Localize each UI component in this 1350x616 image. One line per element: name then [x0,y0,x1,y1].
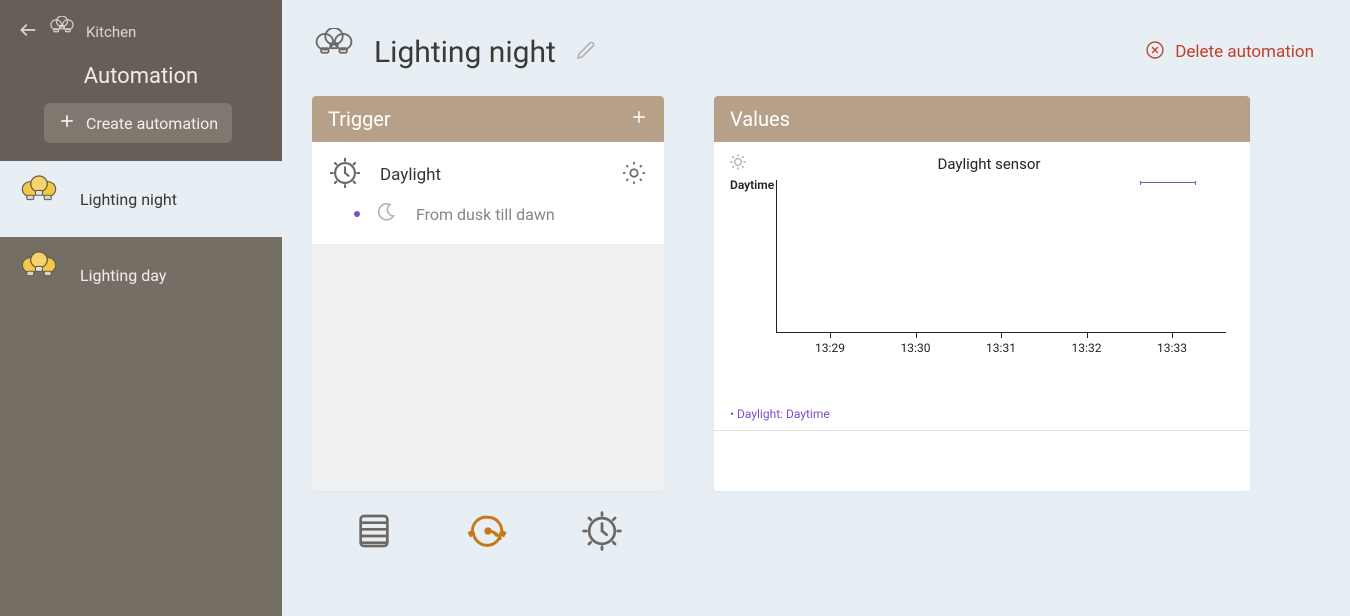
lightbulbs-icon [48,16,76,48]
edit-title-button[interactable] [574,38,598,66]
chart-y-label: Daytime [730,178,774,192]
sidebar-item-label: Lighting day [80,266,166,285]
trigger-name: Daylight [380,165,602,185]
tick-label: 13:31 [986,341,1016,355]
sidebar-item-lighting-day[interactable]: Lighting day [0,237,282,313]
tick-label: 13:33 [1157,341,1187,355]
add-trigger-button[interactable] [630,107,648,131]
sidebar-item-label: Lighting night [80,190,177,209]
room-name: Kitchen [86,23,136,41]
trigger-panel-header: Trigger [312,96,664,142]
tick-label: 13:30 [901,341,931,355]
page-title: Lighting night [374,35,556,70]
motion-sensor-device-icon[interactable] [466,509,510,553]
chart-series-line [1140,182,1196,183]
values-panel-title: Values [730,107,790,131]
create-automation-label: Create automation [86,114,218,133]
device-palette [352,509,1320,553]
sun-clock-icon [328,156,362,194]
chart-title: Daylight sensor [762,155,1216,173]
page-header: Lighting night Delete automation [312,28,1320,76]
blinds-device-icon[interactable] [352,509,396,553]
clock-sun-device-icon[interactable] [580,509,624,553]
chart-legend: • Daylight: Daytime [730,407,830,421]
trigger-status-dot [354,211,360,217]
trigger-panel-title: Trigger [328,107,391,131]
create-automation-button[interactable]: Create automation [44,103,232,143]
automation-list: Lighting night Lighting day [0,161,282,616]
values-panel: Values Daylight sensor Daytime 13:29 [714,96,1250,491]
lightbulbs-color-icon [18,175,60,223]
tick-label: 13:32 [1072,341,1102,355]
daylight-chart: Daytime 13:29 13:30 13:31 13:32 13:33 [776,180,1236,355]
plus-icon [58,112,76,134]
back-icon[interactable] [18,20,38,44]
trigger-panel: Trigger Daylight From dusk till d [312,96,664,491]
delete-automation-button[interactable]: Delete automation [1145,40,1314,65]
trigger-item-daylight[interactable]: Daylight From dusk till dawn [312,142,664,244]
delete-icon [1145,40,1165,65]
trigger-detail: From dusk till dawn [416,205,555,224]
delete-automation-label: Delete automation [1175,42,1314,62]
values-panel-header: Values [714,96,1250,142]
sun-icon [728,152,748,176]
lightbulbs-outline-icon [312,28,356,76]
lightbulbs-color-icon [18,251,60,299]
tick-label: 13:29 [815,341,845,355]
sidebar-item-lighting-night[interactable]: Lighting night [0,161,282,237]
sidebar: Kitchen Automation Create automation Lig… [0,0,282,616]
sidebar-title: Automation [18,64,264,89]
moon-icon [374,200,398,228]
trigger-settings-button[interactable] [620,159,648,191]
main-content: Lighting night Delete automation Trigger [282,0,1350,616]
